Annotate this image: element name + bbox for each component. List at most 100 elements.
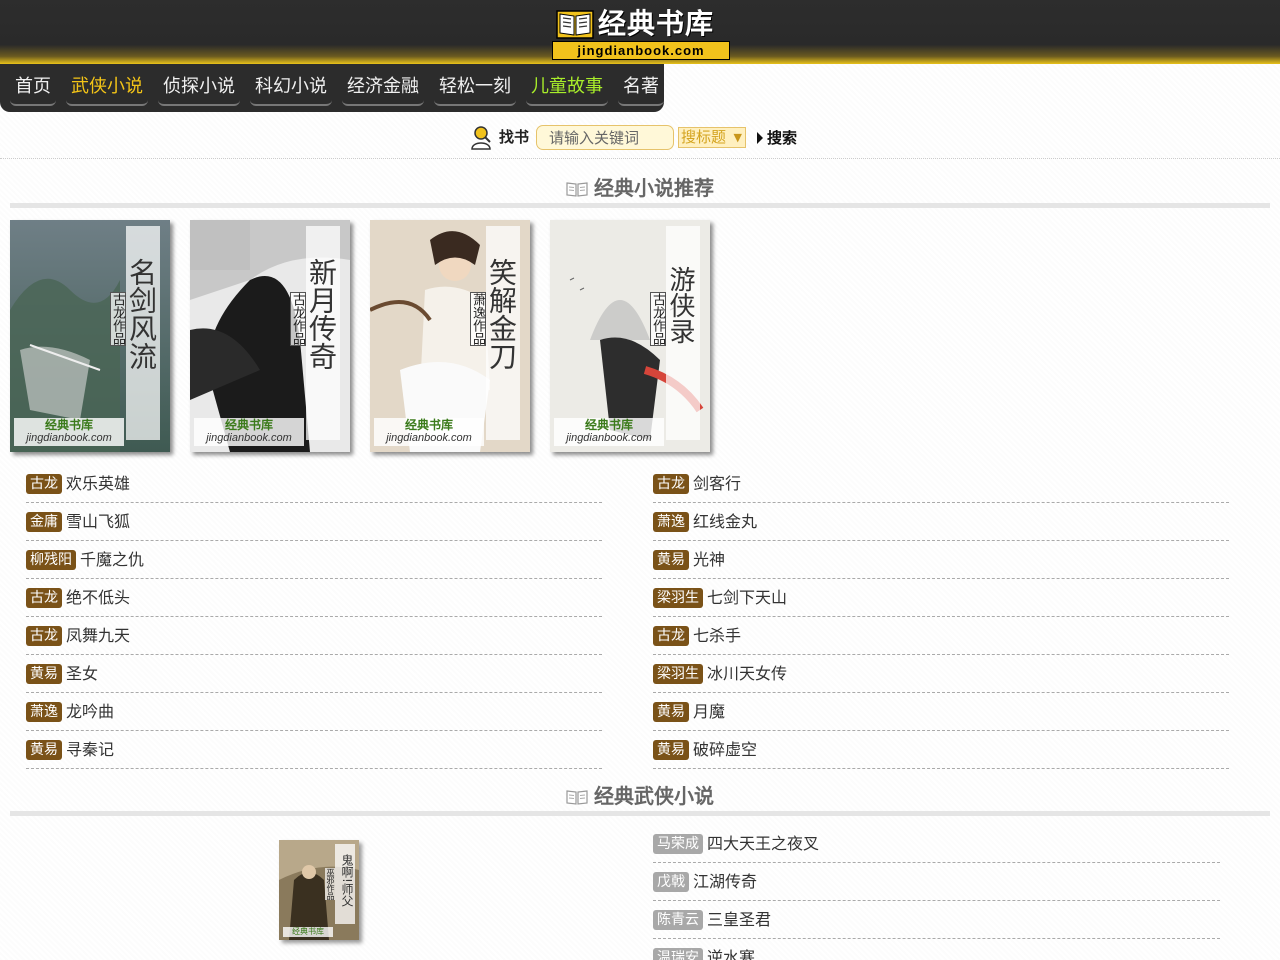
cover-watermark: 经典书库 jingdianbook.com	[14, 418, 124, 446]
list-item[interactable]: 戊戟 江湖传奇	[653, 863, 1220, 901]
list-item[interactable]: 黄易 月魔	[653, 693, 1229, 731]
cover-title: 笑解金刀	[485, 258, 518, 370]
nav-item-humor[interactable]: 轻松一刻	[434, 72, 516, 106]
list-item[interactable]: 黄易 破碎虚空	[653, 731, 1229, 769]
book-title[interactable]: 江湖传奇	[693, 872, 757, 891]
author-badge[interactable]: 古龙	[26, 626, 62, 646]
author-badge[interactable]: 戊戟	[653, 872, 689, 892]
book-title[interactable]: 破碎虚空	[693, 740, 757, 759]
chevron-down-icon: ▼	[733, 131, 742, 144]
author-badge[interactable]: 萧逸	[26, 702, 62, 722]
cover-watermark-cn: 经典书库	[44, 418, 93, 432]
list-item[interactable]: 黄易 寻秦记	[26, 731, 602, 769]
author-badge[interactable]: 陈青云	[653, 910, 703, 930]
author-badge[interactable]: 梁羽生	[653, 664, 703, 684]
list-item[interactable]: 黄易 圣女	[26, 655, 602, 693]
book-title[interactable]: 七杀手	[693, 626, 741, 645]
cover-title: 名剑风流	[125, 258, 158, 370]
list-item[interactable]: 梁羽生 冰川天女传	[653, 655, 1229, 693]
list-item[interactable]: 萧逸 龙吟曲	[26, 693, 602, 731]
book-title[interactable]: 红线金丸	[693, 512, 757, 531]
search-type-value: 搜标题	[681, 128, 727, 146]
book-title[interactable]: 七剑下天山	[707, 588, 787, 607]
book-title[interactable]: 冰川天女传	[707, 664, 787, 683]
list-item[interactable]: 古龙 欢乐英雄	[26, 465, 602, 503]
nav-item-classics[interactable]: 名著	[618, 72, 664, 106]
book-title[interactable]: 寻秦记	[66, 740, 114, 759]
logo-url: jingdianbook.com	[552, 41, 730, 60]
wuxia-list-right: 马荣成 四大天王之夜叉 戊戟 江湖传奇 陈青云 三皇圣君 温瑞安 逆水寒	[653, 825, 1220, 960]
list-item[interactable]: 温瑞安 逆水寒	[653, 939, 1220, 960]
book-title[interactable]: 光神	[693, 550, 725, 569]
cover-author: 萧逸作品	[470, 292, 486, 346]
cover-watermark: 经典书库 jingdianbook.com	[554, 418, 664, 446]
list-item[interactable]: 柳残阳 千魔之仇	[26, 541, 602, 579]
author-badge[interactable]: 黄易	[26, 664, 62, 684]
user-search-icon	[471, 126, 491, 150]
search-button[interactable]: 搜索	[757, 127, 797, 148]
nav-item-detective[interactable]: 侦探小说	[158, 72, 240, 106]
list-item[interactable]: 金庸 雪山飞狐	[26, 503, 602, 541]
author-badge[interactable]: 马荣成	[653, 834, 703, 854]
author-badge[interactable]: 古龙	[26, 474, 62, 494]
author-badge[interactable]: 温瑞安	[653, 948, 703, 960]
list-item[interactable]: 古龙 凤舞九天	[26, 617, 602, 655]
book-title[interactable]: 千魔之仇	[80, 550, 144, 569]
nav-item-children[interactable]: 儿童故事	[526, 72, 608, 106]
cover-watermark-cn: 经典书库	[224, 418, 273, 432]
cover-watermark-en: jingdianbook.com	[386, 432, 472, 444]
book-cover[interactable]: 新月传奇 古龙作品 经典书库 jingdianbook.com	[190, 220, 350, 452]
nav-item-wuxia[interactable]: 武侠小说	[66, 72, 148, 106]
book-cover[interactable]: 笑解金刀 萧逸作品 经典书库 jingdianbook.com	[370, 220, 530, 452]
list-item[interactable]: 陈青云 三皇圣君	[653, 901, 1220, 939]
author-badge[interactable]: 梁羽生	[653, 588, 703, 608]
author-badge[interactable]: 古龙	[26, 588, 62, 608]
list-item[interactable]: 古龙 剑客行	[653, 465, 1229, 503]
book-title[interactable]: 月魔	[693, 702, 725, 721]
author-badge[interactable]: 萧逸	[653, 512, 689, 532]
book-title[interactable]: 逆水寒	[707, 948, 755, 960]
list-item[interactable]: 黄易 光神	[653, 541, 1229, 579]
site-logo[interactable]: 经典书库 jingdianbook.com	[552, 6, 730, 60]
recommend-list-right: 古龙 剑客行 萧逸 红线金丸 黄易 光神 梁羽生 七剑下天山 古龙 七杀手 梁羽生 冰川天女…	[653, 465, 1229, 769]
author-badge[interactable]: 柳残阳	[26, 550, 76, 570]
site-header: 经典书库 jingdianbook.com	[0, 0, 1280, 64]
cover-author: 巫邪作品	[325, 868, 335, 900]
list-item[interactable]: 萧逸 红线金丸	[653, 503, 1229, 541]
divider	[0, 158, 1280, 159]
book-title[interactable]: 欢乐英雄	[66, 474, 130, 493]
book-title[interactable]: 圣女	[66, 664, 98, 683]
book-cover[interactable]: 游侠录 古龙作品 经典书库 jingdianbook.com	[550, 220, 710, 452]
book-title[interactable]: 龙吟曲	[66, 702, 114, 721]
search-type-select[interactable]: 搜标题 ▼	[678, 127, 746, 148]
nav-item-home[interactable]: 首页	[10, 72, 56, 106]
author-badge[interactable]: 黄易	[653, 740, 689, 760]
list-item[interactable]: 梁羽生 七剑下天山	[653, 579, 1229, 617]
nav-item-finance[interactable]: 经济金融	[342, 72, 424, 106]
section-title-text: 经典武侠小说	[594, 784, 714, 808]
cover-title: 新月传奇	[305, 258, 338, 370]
author-badge[interactable]: 金庸	[26, 512, 62, 532]
book-title[interactable]: 三皇圣君	[707, 910, 771, 929]
author-badge[interactable]: 古龙	[653, 626, 689, 646]
book-title[interactable]: 凤舞九天	[66, 626, 130, 645]
book-title[interactable]: 剑客行	[693, 474, 741, 493]
search-input[interactable]	[536, 125, 674, 150]
recommend-list-left: 古龙 欢乐英雄 金庸 雪山飞狐 柳残阳 千魔之仇 古龙 绝不低头 古龙 凤舞九天 黄易 圣女…	[26, 465, 602, 769]
book-title[interactable]: 雪山飞狐	[66, 512, 130, 531]
book-cover[interactable]: 鬼啊!师父 巫邪作品 经典书库	[279, 840, 359, 940]
list-item[interactable]: 马荣成 四大天王之夜叉	[653, 825, 1220, 863]
author-badge[interactable]: 古龙	[653, 474, 689, 494]
list-item[interactable]: 古龙 七杀手	[653, 617, 1229, 655]
cover-author: 古龙作品	[110, 292, 126, 346]
author-badge[interactable]: 黄易	[653, 702, 689, 722]
book-cover[interactable]: 名剑风流 古龙作品 经典书库 jingdianbook.com	[10, 220, 170, 452]
book-title[interactable]: 绝不低头	[66, 588, 130, 607]
cover-watermark: 经典书库 jingdianbook.com	[374, 418, 484, 446]
author-badge[interactable]: 黄易	[26, 740, 62, 760]
cover-watermark-cn: 经典书库	[584, 418, 633, 432]
author-badge[interactable]: 黄易	[653, 550, 689, 570]
list-item[interactable]: 古龙 绝不低头	[26, 579, 602, 617]
book-title[interactable]: 四大天王之夜叉	[707, 834, 819, 853]
nav-item-scifi[interactable]: 科幻小说	[250, 72, 332, 106]
